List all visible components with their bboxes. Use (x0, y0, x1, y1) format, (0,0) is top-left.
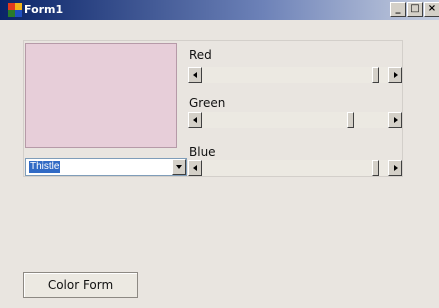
blue-scroll-left-button[interactable] (188, 160, 202, 176)
green-scroll-right-button[interactable] (388, 112, 402, 128)
maximize-icon: □ (410, 3, 420, 14)
chevron-down-icon (176, 165, 182, 169)
maximize-button[interactable]: □ (407, 2, 423, 17)
blue-label: Blue (189, 145, 216, 159)
arrow-right-icon (394, 117, 398, 123)
arrow-right-icon (394, 165, 398, 171)
close-icon: × (427, 3, 437, 14)
arrow-right-icon (394, 72, 398, 78)
red-scroll-thumb[interactable] (372, 67, 379, 83)
blue-scroll-thumb[interactable] (372, 160, 379, 176)
minimize-button[interactable]: _ (390, 2, 406, 17)
blue-scroll-right-button[interactable] (388, 160, 402, 176)
combobox-dropdown-button[interactable] (172, 159, 186, 175)
green-scroll-left-button[interactable] (188, 112, 202, 128)
window-title: Form1 (24, 3, 64, 16)
green-scrollbar[interactable] (188, 112, 402, 128)
red-scroll-left-button[interactable] (188, 67, 202, 83)
app-icon (8, 3, 22, 17)
blue-scrollbar[interactable] (188, 160, 402, 176)
red-scroll-right-button[interactable] (388, 67, 402, 83)
red-label: Red (189, 48, 212, 62)
minimize-icon: _ (395, 3, 401, 14)
combobox-selected-text[interactable]: Thistle (29, 161, 61, 173)
green-label: Green (189, 96, 226, 110)
red-scrollbar[interactable] (188, 67, 402, 83)
arrow-left-icon (193, 165, 197, 171)
color-name-combobox[interactable]: Thistle (25, 158, 187, 176)
close-button[interactable]: × (424, 2, 439, 17)
color-preview-panel (25, 43, 177, 148)
title-bar: Form1 _ □ × (0, 0, 439, 20)
green-scroll-thumb[interactable] (347, 112, 354, 128)
arrow-left-icon (193, 117, 197, 123)
arrow-left-icon (193, 72, 197, 78)
color-form-button[interactable]: Color Form (23, 272, 138, 298)
